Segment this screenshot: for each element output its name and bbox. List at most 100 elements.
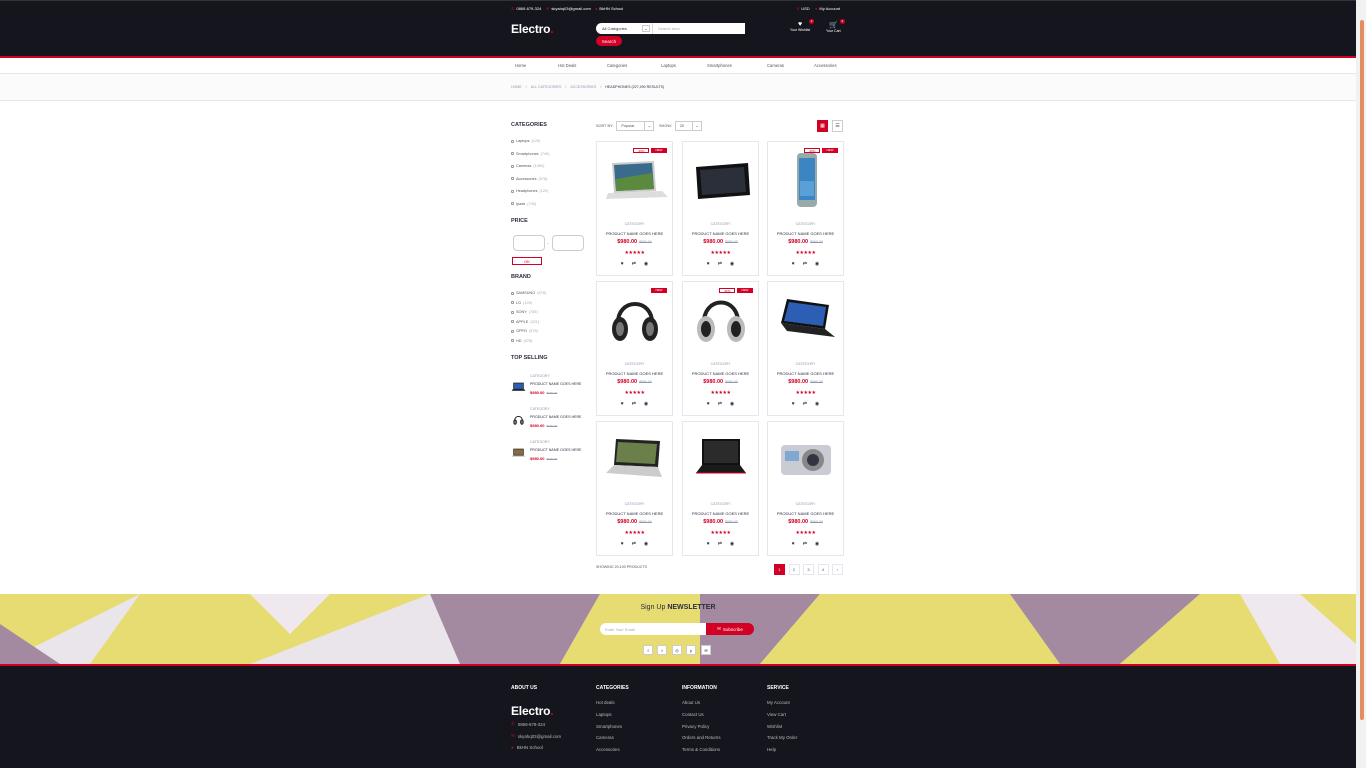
- checkbox[interactable]: [511, 152, 514, 155]
- footer-email[interactable]: ✉ skyahq03@gmail.com: [511, 733, 561, 739]
- product-name[interactable]: PRODUCT NAME GOES HERE: [683, 371, 758, 376]
- product-image[interactable]: [773, 431, 839, 489]
- product-card[interactable]: -30% NEW CATEGORY PRODUCT NAME GOES HERE $98…: [682, 281, 759, 416]
- page-1-button[interactable]: 1: [774, 564, 785, 575]
- price-min-input[interactable]: [513, 235, 545, 251]
- show-select[interactable]: 20 ⌄: [674, 121, 702, 131]
- product-image[interactable]: [602, 291, 668, 349]
- quick-view-icon[interactable]: ◉: [644, 541, 648, 547]
- sort-select[interactable]: Popular ⌄: [616, 121, 655, 131]
- currency-link[interactable]: $ USD: [797, 6, 810, 11]
- add-to-wishlist-icon[interactable]: ♥: [621, 401, 624, 407]
- product-name[interactable]: PRODUCT NAME GOES HERE: [768, 231, 843, 236]
- footer-link-smartphones[interactable]: Smartphones: [596, 724, 622, 729]
- checkbox[interactable]: [511, 189, 514, 193]
- quick-view-icon[interactable]: ◉: [730, 541, 734, 547]
- pinterest-icon[interactable]: p: [686, 645, 696, 655]
- add-to-wishlist-icon[interactable]: ♥: [707, 541, 710, 547]
- footer-link-contact-us[interactable]: Contact Us: [682, 712, 704, 717]
- add-to-wishlist-icon[interactable]: ♥: [792, 541, 795, 547]
- product-name[interactable]: PRODUCT NAME GOES HERE: [768, 511, 843, 516]
- product-card[interactable]: -30% NEW CATEGORY PRODUCT NAME GOES HERE $98…: [596, 141, 673, 276]
- category-checkbox-smartphones[interactable]: Smartphones (740): [511, 152, 549, 156]
- breadcrumb-home[interactable]: HOME: [511, 85, 522, 89]
- footer-phone[interactable]: ✆ 0869-679-324: [511, 721, 545, 727]
- search-button[interactable]: Search: [596, 36, 622, 46]
- brand-checkbox-sony[interactable]: SONY (755): [511, 310, 538, 314]
- product-name[interactable]: PRODUCT NAME GOES HERE: [683, 231, 758, 236]
- brand-checkbox-hd[interactable]: HD (578): [511, 339, 532, 343]
- search-input[interactable]: Search here: [652, 23, 745, 34]
- add-to-wishlist-icon[interactable]: ♥: [621, 541, 624, 547]
- add-to-wishlist-icon[interactable]: ♥: [621, 261, 624, 267]
- price-max-input[interactable]: [552, 235, 584, 251]
- product-card[interactable]: CATEGORY PRODUCT NAME GOES HERE $980.00 $99…: [682, 421, 759, 556]
- compare-icon[interactable]: ⇄: [803, 261, 807, 267]
- checkbox[interactable]: [511, 164, 514, 168]
- header-phone[interactable]: ✆ 0869-679-324: [511, 6, 541, 11]
- product-name[interactable]: PRODUCT NAME GOES HERE: [530, 415, 581, 419]
- checkbox[interactable]: [511, 291, 514, 295]
- product-card[interactable]: CATEGORY PRODUCT NAME GOES HERE $980.00 $99…: [767, 281, 844, 416]
- footer-link-help[interactable]: Help: [767, 747, 776, 752]
- footer-link-about-us[interactable]: About Us: [682, 700, 700, 705]
- checkbox[interactable]: [511, 177, 514, 180]
- compare-icon[interactable]: ⇄: [718, 541, 722, 547]
- category-checkbox-accessories[interactable]: Accessories (578): [511, 177, 547, 181]
- compare-icon[interactable]: ⇄: [718, 401, 722, 407]
- footer-link-view-cart[interactable]: View Cart: [767, 712, 786, 717]
- compare-icon[interactable]: ⇄: [803, 541, 807, 547]
- grid-view-button[interactable]: ▦: [817, 120, 828, 132]
- footer-logo[interactable]: Electro.: [511, 704, 554, 718]
- site-logo[interactable]: Electro.: [511, 22, 554, 36]
- brand-checkbox-samsung[interactable]: SAMSUNG (578): [511, 291, 546, 295]
- list-view-button[interactable]: ☰: [832, 120, 843, 132]
- product-image[interactable]: [602, 151, 668, 209]
- checkbox[interactable]: [511, 339, 514, 342]
- brand-checkbox-lg[interactable]: LG (125): [511, 301, 532, 305]
- footer-link-cameras[interactable]: Cameras: [596, 735, 614, 740]
- checkbox[interactable]: [511, 301, 514, 304]
- product-image[interactable]: [511, 413, 526, 427]
- top-selling-item[interactable]: CATEGORY PRODUCT NAME GOES HERE $980.00 $99…: [511, 374, 591, 402]
- product-name[interactable]: PRODUCT NAME GOES HERE: [597, 511, 672, 516]
- category-select[interactable]: All Categories ⌄: [596, 23, 652, 34]
- footer-link-privacy-policy[interactable]: Privacy Policy: [682, 724, 709, 729]
- header-email[interactable]: ✉ skyahq03@gmail.com: [546, 6, 591, 11]
- scrollbar-thumb[interactable]: [1360, 20, 1364, 720]
- product-image[interactable]: [688, 431, 754, 489]
- product-card[interactable]: NEW CATEGORY PRODUCT NAME GOES HERE $980.00…: [596, 281, 673, 416]
- add-to-wishlist-icon[interactable]: ♥: [792, 261, 795, 267]
- add-to-wishlist-icon[interactable]: ♥: [792, 401, 795, 407]
- product-name[interactable]: PRODUCT NAME GOES HERE: [683, 511, 758, 516]
- product-image[interactable]: [688, 151, 754, 209]
- nav-home[interactable]: Home: [515, 63, 526, 68]
- footer-link-terms-conditions[interactable]: Terms & Conditions: [682, 747, 720, 752]
- product-card[interactable]: CATEGORY PRODUCT NAME GOES HERE $980.00 $99…: [682, 141, 759, 276]
- nav-hot-deals[interactable]: Hot Deals: [558, 63, 576, 68]
- facebook-icon[interactable]: f: [643, 645, 653, 655]
- nav-laptops[interactable]: Laptops: [661, 63, 676, 68]
- compare-icon[interactable]: ⇄: [632, 401, 636, 407]
- quick-view-icon[interactable]: ◉: [730, 401, 734, 407]
- category-checkbox-cameras[interactable]: Cameras (1450): [511, 164, 544, 168]
- category-checkbox-headphones[interactable]: Headphones (120): [511, 189, 548, 193]
- header-address[interactable]: ● BkHN School: [595, 6, 623, 11]
- checkbox[interactable]: [511, 202, 514, 205]
- product-image[interactable]: [511, 446, 526, 460]
- product-name[interactable]: PRODUCT NAME GOES HERE: [530, 448, 581, 452]
- footer-link-wishlist[interactable]: Wishlist: [767, 724, 782, 729]
- next-page-button[interactable]: ›: [832, 564, 843, 575]
- newsletter-email-input[interactable]: Enter Your Email: [600, 623, 706, 635]
- breadcrumb-all-categories[interactable]: ALL CATEGORIES: [531, 85, 562, 89]
- brand-checkbox-apple[interactable]: APPLE (321): [511, 320, 539, 324]
- nav-categories[interactable]: Categories: [607, 63, 627, 68]
- checkbox[interactable]: [511, 329, 514, 333]
- brand-checkbox-oppo[interactable]: OPPO (578): [511, 329, 538, 333]
- footer-link-hot-deals[interactable]: Hot deals: [596, 700, 615, 705]
- compare-icon[interactable]: ⇄: [632, 261, 636, 267]
- nav-cameras[interactable]: Cameras: [767, 63, 784, 68]
- product-name[interactable]: PRODUCT NAME GOES HERE: [597, 231, 672, 236]
- footer-address[interactable]: ● BkHN School: [511, 745, 543, 750]
- wishlist-button[interactable]: ♥ 2 Your Wishlist: [790, 19, 815, 32]
